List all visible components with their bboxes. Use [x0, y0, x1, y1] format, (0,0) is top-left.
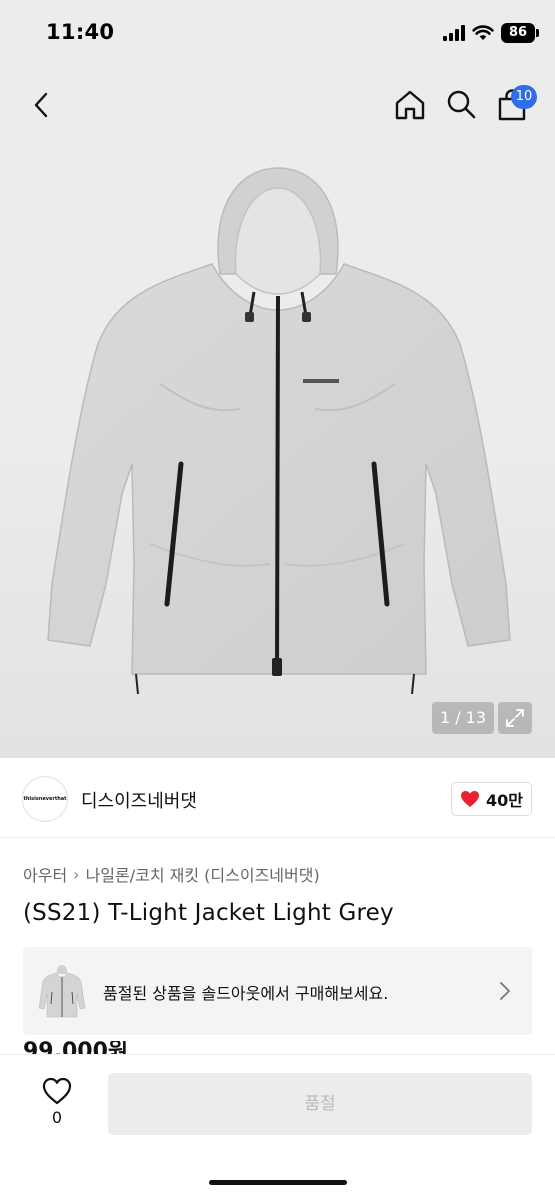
back-button[interactable]	[24, 88, 58, 122]
product-price: 99,000원	[23, 1041, 128, 1055]
product-image-gallery[interactable]: 1 / 13	[0, 62, 555, 758]
search-icon	[447, 90, 476, 119]
store-like-count: 40만	[486, 791, 523, 810]
search-button[interactable]	[444, 87, 478, 121]
wifi-icon	[472, 25, 494, 40]
chevron-right-icon: ›	[73, 864, 80, 884]
battery-indicator: 86	[501, 23, 539, 43]
bottom-action-bar: 0 품절	[0, 1054, 555, 1200]
store-logo-text: thisisneverthat	[23, 796, 67, 802]
status-time: 11:40	[46, 20, 115, 44]
wishlist-button[interactable]: 0	[38, 1077, 76, 1133]
banner-thumbnail	[38, 965, 86, 1018]
store-row[interactable]: thisisneverthat 디스이즈네버댓 40만	[0, 758, 555, 838]
store-like-button[interactable]: 40만	[451, 782, 532, 816]
soldout-button[interactable]: 품절	[108, 1073, 532, 1135]
product-title: (SS21) T-Light Jacket Light Grey	[23, 900, 394, 926]
status-bar: 11:40 86	[0, 0, 555, 62]
wishlist-count: 0	[51, 1108, 63, 1127]
breadcrumb-category[interactable]: 아우터	[23, 862, 67, 886]
product-price-text: 99,000원	[23, 1041, 129, 1055]
heart-icon	[461, 791, 479, 807]
home-indicator	[209, 1180, 347, 1185]
soldout-resale-banner[interactable]: 품절된 상품을 솔드아웃에서 구매해보세요.	[23, 947, 532, 1035]
expand-button[interactable]	[498, 702, 532, 734]
home-button[interactable]	[392, 87, 428, 123]
breadcrumb-subcategory[interactable]: 나일론/코치 재킷 (디스이즈네버댓)	[86, 862, 320, 886]
back-icon	[34, 92, 48, 118]
heart-outline-icon	[42, 1077, 72, 1105]
signal-icon	[443, 25, 465, 41]
image-counter: 1 / 13	[432, 702, 494, 734]
home-icon	[395, 90, 425, 120]
product-image	[47, 167, 511, 694]
cart-count-badge: 10	[511, 85, 537, 109]
status-icons: 86	[443, 23, 539, 43]
store-name[interactable]: 디스이즈네버댓	[81, 787, 197, 813]
breadcrumb: 아우터 › 나일론/코치 재킷 (디스이즈네버댓)	[23, 862, 320, 886]
banner-text: 품절된 상품을 솔드아웃에서 구매해보세요.	[103, 984, 389, 1003]
store-logo[interactable]: thisisneverthat	[22, 776, 68, 822]
expand-icon	[506, 709, 524, 727]
chevron-right-icon	[500, 982, 510, 1000]
